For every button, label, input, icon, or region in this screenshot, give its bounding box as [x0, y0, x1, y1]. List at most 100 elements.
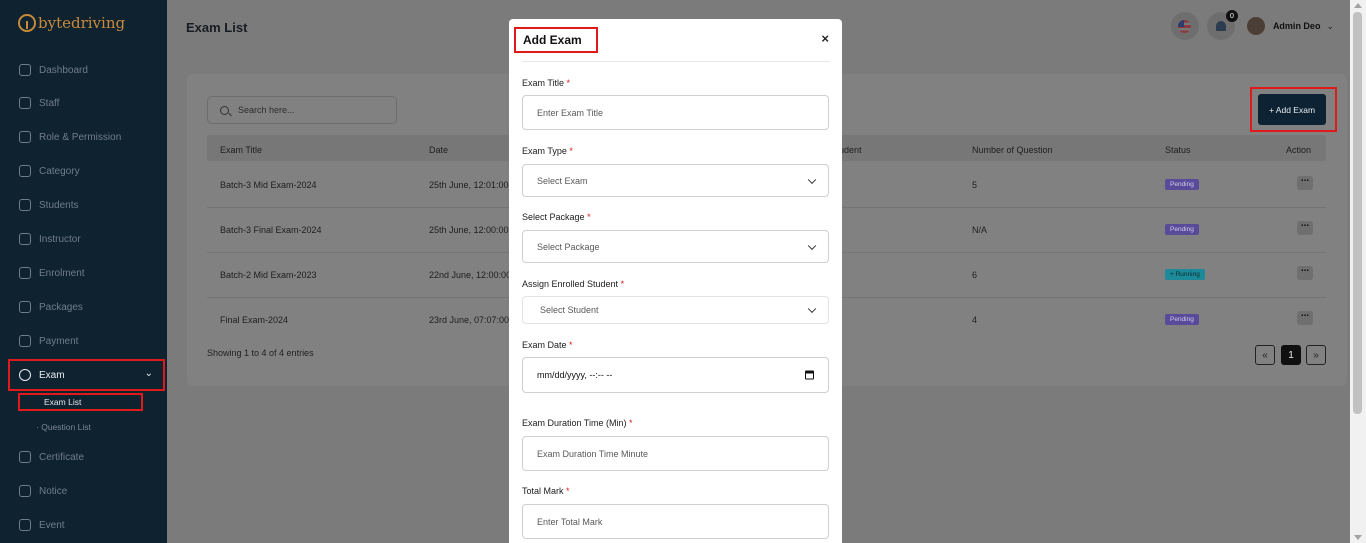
exam-date-input[interactable]: mm/dd/yyyy, --:-- -- — [522, 357, 829, 393]
exam-title-label: Exam Title * — [522, 78, 570, 88]
chevron-down-icon — [807, 241, 817, 250]
column-header-status[interactable]: Status — [1165, 145, 1191, 155]
language-button[interactable] — [1170, 12, 1199, 40]
cell-exam-title: Batch-2 Mid Exam-2023 — [220, 270, 317, 280]
exam-type-select[interactable]: Select Exam — [522, 164, 829, 197]
sidebar-item-notice[interactable]: Notice — [0, 475, 167, 507]
exam-type-label: Exam Type * — [522, 146, 573, 156]
chevron-down-icon[interactable]: ⌄ — [1326, 21, 1334, 32]
pagination-next-button[interactable]: » — [1306, 345, 1326, 365]
calendar-icon[interactable] — [805, 370, 814, 380]
sidebar-item-instructor[interactable]: Instructor — [0, 223, 167, 255]
column-header-exam-title[interactable]: Exam Title — [220, 145, 262, 155]
label-text: Select Package — [522, 212, 585, 222]
close-icon[interactable]: × — [821, 31, 829, 46]
sidebar-subitem-question-list[interactable]: · Question List — [36, 422, 91, 432]
sidebar-item-payment[interactable]: Payment — [0, 325, 167, 357]
label-text: Exam Title — [522, 78, 565, 88]
sidebar-item-role-permission[interactable]: Role & Permission — [0, 121, 167, 153]
sidebar-item-dashboard[interactable]: Dashboard — [0, 54, 167, 86]
category-icon — [19, 165, 31, 177]
scroll-down-icon[interactable] — [1354, 535, 1362, 540]
us-flag-icon — [1178, 19, 1192, 33]
duration-label: Exam Duration Time (Min) * — [522, 418, 633, 428]
sidebar-item-label: Staff — [39, 97, 60, 109]
sidebar-subitem-label: Question List — [41, 422, 91, 432]
scroll-up-icon[interactable] — [1354, 3, 1362, 8]
total-mark-label: Total Mark * — [522, 486, 570, 496]
column-header-date[interactable]: Date — [429, 145, 448, 155]
sidebar-item-label: Event — [39, 519, 65, 531]
add-exam-modal: Add Exam × Exam Title * Enter Exam Title… — [509, 19, 842, 543]
required-mark: * — [566, 78, 571, 88]
sidebar-item-certificate[interactable]: Certificate — [0, 441, 167, 473]
brand-logo[interactable]: bytedriving — [18, 14, 125, 32]
more-actions-icon[interactable]: ... — [1297, 174, 1313, 190]
cell-exam-title: Batch-3 Mid Exam-2024 — [220, 180, 317, 190]
assign-student-label: Assign Enrolled Student * — [522, 279, 624, 289]
sidebar-item-students[interactable]: Students — [0, 189, 167, 221]
column-header-action: Action — [1286, 145, 1312, 155]
sidebar-item-label: Payment — [39, 335, 79, 347]
column-header-student[interactable]: udent — [839, 145, 862, 155]
chevron-down-icon — [807, 175, 817, 184]
label-text: Assign Enrolled Student — [522, 279, 619, 289]
certificate-icon — [19, 451, 31, 463]
status-badge: Pending — [1165, 314, 1199, 325]
total-mark-input[interactable]: Enter Total Mark — [522, 504, 829, 539]
shield-icon — [19, 131, 31, 143]
sidebar-item-enrolment[interactable]: Enrolment — [0, 257, 167, 289]
sidebar-item-packages[interactable]: Packages — [0, 291, 167, 323]
label-text: Exam Date — [522, 340, 567, 350]
notifications-button[interactable]: 0 — [1206, 10, 1238, 40]
staff-icon — [19, 97, 31, 109]
label-text: Total Mark — [522, 486, 564, 496]
student-select[interactable]: Select Student — [522, 296, 829, 324]
search-placeholder: Search here... — [238, 105, 295, 115]
sidebar-item-label: Certificate — [39, 451, 85, 463]
more-actions-icon[interactable]: ... — [1297, 219, 1313, 235]
label-text: Exam Duration Time (Min) — [522, 418, 627, 428]
sidebar-item-label: Role & Permission — [39, 131, 122, 143]
required-mark: * — [587, 212, 591, 222]
package-value: Select Package — [537, 241, 600, 252]
user-name[interactable]: Admin Deo — [1273, 21, 1321, 31]
exam-title-input[interactable]: Enter Exam Title — [522, 95, 829, 130]
highlight-box-modal-title — [514, 27, 598, 53]
sidebar-item-label: Instructor — [39, 233, 81, 245]
pagination-prev-button[interactable]: « — [1255, 345, 1275, 365]
duration-input[interactable]: Exam Duration Time Minute — [522, 436, 829, 471]
cell-exam-title: Batch-3 Final Exam-2024 — [220, 225, 322, 235]
required-mark: * — [620, 279, 625, 289]
search-input[interactable]: Search here... — [207, 96, 397, 124]
cell-questions: 6 — [972, 270, 978, 280]
page-title: Exam List — [186, 20, 248, 35]
pagination-page-1[interactable]: 1 — [1281, 345, 1301, 365]
enrolment-icon — [19, 267, 31, 279]
more-actions-icon[interactable]: ... — [1297, 264, 1313, 280]
packages-icon — [19, 301, 31, 313]
exam-title-placeholder: Enter Exam Title — [537, 107, 604, 118]
sidebar-item-category[interactable]: Category — [0, 155, 167, 187]
column-header-number-of-question[interactable]: Number of Question — [972, 145, 1053, 155]
notice-icon — [19, 485, 31, 497]
sidebar-item-label: Enrolment — [39, 267, 85, 279]
status-badge: Pending — [1165, 224, 1199, 235]
sidebar-item-label: Packages — [39, 301, 83, 313]
header-actions: 0 Admin Deo ⌄ — [1170, 10, 1350, 40]
sidebar-item-event[interactable]: Event — [0, 509, 167, 541]
more-actions-icon[interactable]: ... — [1297, 309, 1313, 325]
total-mark-placeholder: Enter Total Mark — [537, 516, 603, 527]
scrollbar-thumb[interactable] — [1353, 12, 1362, 414]
dashboard-icon — [19, 64, 31, 76]
sidebar: bytedriving Dashboard Staff Role & Permi… — [0, 0, 167, 543]
package-select[interactable]: Select Package — [522, 230, 829, 263]
page-scrollbar[interactable] — [1350, 0, 1366, 543]
sidebar-item-label: Dashboard — [39, 64, 88, 76]
avatar[interactable] — [1246, 17, 1265, 35]
required-mark: * — [566, 486, 570, 496]
sidebar-item-staff[interactable]: Staff — [0, 87, 167, 119]
chevron-down-icon — [807, 304, 817, 314]
status-badge: + Running — [1165, 269, 1205, 280]
status-badge: Pending — [1165, 179, 1199, 190]
